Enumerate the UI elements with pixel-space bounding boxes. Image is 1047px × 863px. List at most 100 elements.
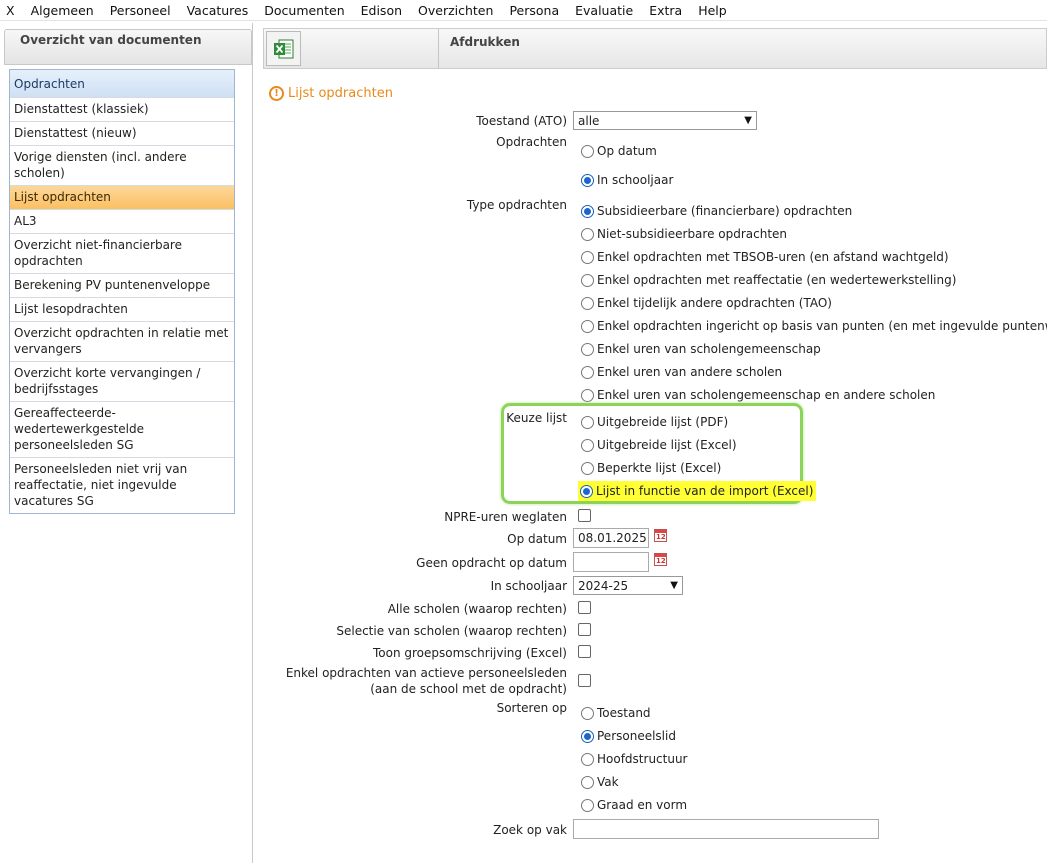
groepsomschrijving-checkbox[interactable] — [578, 645, 591, 658]
calendar-icon[interactable]: 12 — [654, 553, 667, 566]
radio-subsidieerbare[interactable] — [581, 204, 594, 218]
calendar-icon[interactable]: 12 — [654, 529, 667, 542]
radio-in-schooljaar[interactable] — [581, 173, 594, 187]
type-option-andere-scholen[interactable]: Enkel uren van andere scholen — [581, 363, 782, 381]
keuze-option-uitgebreid-excel[interactable]: Uitgebreide lijst (Excel) — [581, 436, 737, 454]
menu-close[interactable]: X — [0, 3, 23, 18]
actieve-checkbox[interactable] — [578, 674, 591, 687]
selectie-scholen-checkbox[interactable] — [578, 623, 591, 636]
sidebar-item-korte-vervangingen[interactable]: Overzicht korte vervangingen / bedrijfss… — [10, 362, 234, 402]
sidebar-item-lijst-opdrachten[interactable]: Lijst opdrachten — [10, 186, 234, 210]
sidebar-item-opdrachten[interactable]: Opdrachten — [10, 70, 234, 98]
sidebar: Overzicht van documenten Opdrachten Dien… — [0, 23, 253, 863]
menu-help[interactable]: Help — [690, 3, 735, 18]
radio-niet-subsidieerbare[interactable] — [581, 227, 594, 241]
toestand-value: alle — [578, 113, 600, 128]
type-option-punten[interactable]: Enkel opdrachten ingericht op basis van … — [581, 317, 1047, 335]
sidebar-header: Overzicht van documenten — [4, 29, 252, 65]
page-title-text: Lijst opdrachten — [288, 86, 393, 101]
sidebar-item-niet-vrij-reaffectatie[interactable]: Personeelsleden niet vrij van reaffectat… — [10, 458, 234, 513]
sidebar-item-al3[interactable]: AL3 — [10, 210, 234, 234]
radio-sg-en-andere[interactable] — [581, 388, 594, 402]
menu-vacatures[interactable]: Vacatures — [179, 3, 257, 18]
menu-evaluatie[interactable]: Evaluatie — [567, 3, 641, 18]
menu-edison[interactable]: Edison — [353, 3, 410, 18]
keuze-option-import-excel[interactable]: Lijst in functie van de import (Excel) — [578, 481, 817, 501]
radio-uitgebreid-excel[interactable] — [581, 438, 594, 452]
toolbar-separator — [438, 29, 439, 69]
sort-option-personeelslid[interactable]: Personeelslid — [581, 727, 676, 745]
menu-bar: X Algemeen Personeel Vacatures Documente… — [0, 0, 1047, 21]
menu-documenten[interactable]: Documenten — [256, 3, 352, 18]
schooljaar-select[interactable]: 2024-25 ▼ — [573, 576, 683, 595]
opdrachten-option-in-schooljaar[interactable]: In schooljaar — [581, 171, 673, 189]
radio-andere-scholen[interactable] — [581, 365, 594, 379]
type-option-scholengemeenschap[interactable]: Enkel uren van scholengemeenschap — [581, 340, 821, 358]
geen-opdracht-input[interactable] — [573, 552, 649, 572]
type-option-niet-subsidieerbare[interactable]: Niet-subsidieerbare opdrachten — [581, 225, 787, 243]
type-option-tao[interactable]: Enkel tijdelijk andere opdrachten (TAO) — [581, 294, 832, 312]
type-option-reaffectatie[interactable]: Enkel opdrachten met reaffectatie (en we… — [581, 271, 956, 289]
sidebar-item-vorige-diensten[interactable]: Vorige diensten (incl. andere scholen) — [10, 146, 234, 186]
radio-import-excel[interactable] — [580, 484, 593, 498]
option-label: Personeelslid — [597, 729, 676, 743]
option-label: Subsidieerbare (financierbare) opdrachte… — [597, 204, 853, 218]
radio-tao[interactable] — [581, 296, 594, 310]
calendar-day: 12 — [656, 533, 666, 541]
menu-personeel[interactable]: Personeel — [102, 3, 179, 18]
radio-sort-vak[interactable] — [581, 775, 594, 789]
keuze-option-uitgebreid-pdf[interactable]: Uitgebreide lijst (PDF) — [581, 413, 728, 431]
keuze-option-beperkt-excel[interactable]: Beperkte lijst (Excel) — [581, 459, 721, 477]
sort-option-graad-en-vorm[interactable]: Graad en vorm — [581, 796, 687, 814]
option-label: Enkel opdrachten met reaffectatie (en we… — [597, 273, 957, 287]
radio-uitgebreid-pdf[interactable] — [581, 415, 594, 429]
menu-algemeen[interactable]: Algemeen — [23, 3, 102, 18]
menu-overzichten[interactable]: Overzichten — [410, 3, 501, 18]
sidebar-item-berekening-pv[interactable]: Berekening PV puntenenveloppe — [10, 274, 234, 298]
sidebar-item-dienstattest-klassiek[interactable]: Dienstattest (klassiek) — [10, 98, 234, 122]
sort-option-hoofdstructuur[interactable]: Hoofdstructuur — [581, 750, 688, 768]
option-label: Lijst in functie van de import (Excel) — [596, 484, 814, 498]
option-label: Enkel opdrachten met TBSOB-uren (en afst… — [597, 250, 949, 264]
radio-tbsob[interactable] — [581, 250, 594, 264]
sidebar-item-dienstattest-nieuw[interactable]: Dienstattest (nieuw) — [10, 122, 234, 146]
toolbar-title: Afdrukken — [450, 35, 520, 49]
menu-extra[interactable]: Extra — [641, 3, 690, 18]
option-label: Enkel opdrachten ingericht op basis van … — [597, 319, 1047, 333]
radio-op-datum[interactable] — [581, 144, 594, 158]
zoek-op-vak-label: Zoek op vak — [493, 823, 567, 837]
alle-scholen-checkbox[interactable] — [578, 601, 591, 614]
page-title: ! Lijst opdrachten — [269, 86, 393, 101]
op-datum-input[interactable]: 08.01.2025 — [573, 528, 649, 548]
geen-opdracht-label: Geen opdracht op datum — [416, 556, 567, 570]
export-excel-button[interactable] — [266, 31, 301, 66]
radio-sort-personeelslid[interactable] — [581, 729, 594, 743]
option-label: Uitgebreide lijst (Excel) — [597, 438, 737, 452]
zoek-op-vak-input[interactable] — [573, 819, 879, 839]
sidebar-item-gereaffecteerde[interactable]: Gereaffecteerde-wedertewerkgestelde pers… — [10, 402, 234, 458]
selectie-scholen-label: Selectie van scholen (waarop rechten) — [336, 624, 567, 638]
option-label: Vak — [597, 775, 619, 789]
radio-sort-graad-en-vorm[interactable] — [581, 798, 594, 812]
option-label: Toestand — [597, 706, 651, 720]
opdrachten-label: Opdrachten — [496, 135, 567, 149]
radio-reaffectatie[interactable] — [581, 273, 594, 287]
sort-option-toestand[interactable]: Toestand — [581, 704, 651, 722]
sort-option-vak[interactable]: Vak — [581, 773, 619, 791]
sorteren-label: Sorteren op — [496, 701, 567, 715]
type-option-tbsob[interactable]: Enkel opdrachten met TBSOB-uren (en afst… — [581, 248, 949, 266]
sidebar-item-lijst-lesopdrachten[interactable]: Lijst lesopdrachten — [10, 298, 234, 322]
radio-punten[interactable] — [581, 319, 594, 333]
radio-scholengemeenschap[interactable] — [581, 342, 594, 356]
sidebar-item-niet-financierbare[interactable]: Overzicht niet-financierbare opdrachten — [10, 234, 234, 274]
sidebar-item-relatie-vervangers[interactable]: Overzicht opdrachten in relatie met verv… — [10, 322, 234, 362]
type-option-subsidieerbare[interactable]: Subsidieerbare (financierbare) opdrachte… — [581, 202, 852, 220]
toestand-select[interactable]: alle ▼ — [573, 111, 757, 130]
npre-checkbox[interactable] — [578, 509, 591, 522]
opdrachten-option-op-datum[interactable]: Op datum — [581, 142, 657, 160]
menu-persona[interactable]: Persona — [501, 3, 567, 18]
type-option-sg-en-andere[interactable]: Enkel uren van scholengemeenschap en and… — [581, 386, 935, 404]
radio-beperkt-excel[interactable] — [581, 461, 594, 475]
radio-sort-toestand[interactable] — [581, 706, 594, 720]
radio-sort-hoofdstructuur[interactable] — [581, 752, 594, 766]
